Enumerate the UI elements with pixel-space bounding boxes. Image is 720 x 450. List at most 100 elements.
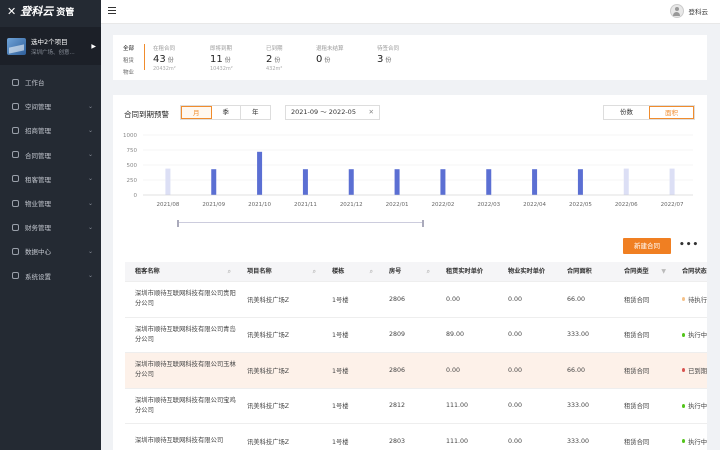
chart-range-slider[interactable]	[177, 220, 424, 227]
x-tick-label: 2022/07	[661, 202, 684, 208]
column-header[interactable]: 合同类型 ▼	[614, 262, 672, 281]
status-dot-icon	[682, 297, 686, 302]
y-tick-label: 1000	[123, 133, 137, 139]
y-tick-label: 250	[127, 178, 138, 184]
table-row[interactable]: 深圳市顺待互联网科技有限公司玉林分公司 讯美科技广场Z 1号楼 2806 0.00 0.0…	[125, 353, 707, 389]
search-icon[interactable]: ⌕	[313, 262, 316, 281]
stat-pending[interactable]: 待签合同 3份	[377, 44, 399, 65]
bar-2021/11[interactable]	[302, 169, 308, 195]
table-cell-type: 租赁合同	[624, 332, 650, 340]
table-cell-area: 66.00	[567, 295, 586, 303]
table-row[interactable]: 深圳市顺待互联网科技有限公司贵阳分公司 讯美科技广场Z 1号楼 2806 0.00 0.0…	[125, 282, 707, 318]
table-cell-tenant: 深圳市顺待互联网科技有限公司	[135, 437, 224, 445]
table-cell-rent: 89.00	[446, 331, 465, 339]
table-cell-tenant: 深圳市顺待互联网科技有限公司贵阳分公司	[135, 290, 236, 308]
search-icon[interactable]: ⌕	[370, 262, 373, 281]
stat-unsettled[interactable]: 退租未结算 0份	[316, 44, 344, 65]
filter-all[interactable]: 全部	[123, 43, 134, 55]
contract-expiry-panel: 合同到期预警 月 季 年 2021-09 ～ 2022-05 ✕ 份数 面积 0…	[113, 95, 707, 450]
stat-area: 20432m²	[153, 66, 176, 72]
sidebar-item-tenant[interactable]: 租客管理 ⌄	[0, 167, 101, 191]
bar-2021/12[interactable]	[348, 169, 354, 195]
brand-suffix: 资管	[56, 7, 75, 18]
more-icon[interactable]: •••	[679, 238, 699, 252]
sidebar-item-finance[interactable]: 财务管理 ⌄	[0, 215, 101, 239]
table-row[interactable]: 深圳市顺待互联网科技有限公司宝鸡分公司 讯美科技广场Z 1号楼 2812 111.00 0…	[125, 389, 707, 424]
stat-value: 3	[377, 54, 384, 65]
table-cell-building: 1号楼	[332, 332, 349, 340]
status-text: 执行中	[688, 438, 707, 446]
period-year[interactable]: 年	[241, 106, 270, 119]
status-dot-icon	[682, 439, 686, 444]
table-cell-type: 租赁合同	[624, 367, 650, 375]
table-row[interactable]: 深圳市顺待互联网科技有限公司 讯美科技广场Z 1号楼 2803 111.00 0.00 33…	[125, 424, 707, 450]
user-menu[interactable]: 登科云	[669, 4, 708, 18]
gear-icon	[12, 272, 19, 280]
filter-lease[interactable]: 租赁	[123, 55, 134, 67]
bar-2022/05[interactable]	[577, 169, 583, 195]
project-selector[interactable]: 选中2个项目 深圳广场、创意... ▶	[0, 27, 101, 65]
bar-2022/03[interactable]	[486, 169, 492, 195]
expand-arrow-icon[interactable]: ▶	[91, 43, 96, 50]
menu-toggle-icon[interactable]	[108, 7, 116, 14]
bar-2022/04[interactable]	[532, 169, 538, 195]
stat-expired[interactable]: 已到期 2份 432m²	[266, 44, 283, 72]
sidebar-item-label: 空间管理	[25, 103, 51, 112]
sidebar-item-property[interactable]: 物业管理 ⌄	[0, 191, 101, 215]
filter-property[interactable]: 物业	[123, 67, 134, 79]
stats-card: 全部 租赁 物业 在租合同 43 份 20432m² 即将到期 11 份 10432…	[113, 35, 707, 80]
sidebar-item-space[interactable]: 空间管理 ⌄	[0, 94, 101, 118]
sidebar-item-label: 物业管理	[25, 200, 51, 209]
column-header[interactable]: 房号 ⌕	[379, 262, 436, 281]
date-range-picker[interactable]: 2021-09 ～ 2022-05 ✕	[285, 105, 380, 120]
stat-value: 11	[210, 54, 223, 65]
column-header[interactable]: 租客名称 ⌕	[125, 262, 237, 281]
stat-value: 0	[316, 54, 323, 65]
search-icon[interactable]: ⌕	[228, 262, 231, 281]
bar-2022/01[interactable]	[394, 169, 400, 195]
search-icon[interactable]: ⌕	[427, 262, 430, 281]
date-range-value: 2021-09 ～ 2022-05	[291, 108, 356, 116]
bar-2021/08[interactable]	[165, 168, 171, 195]
clear-icon[interactable]: ✕	[369, 106, 374, 119]
sidebar-item-data[interactable]: 数据中心 ⌄	[0, 239, 101, 263]
lock-icon	[12, 151, 19, 159]
table-cell-prop: 0.00	[508, 331, 523, 339]
table-cell-project: 讯美科技广场Z	[247, 296, 290, 304]
brand[interactable]: ✕ 登科云 资管	[0, 0, 101, 22]
bar-2022/06[interactable]	[623, 168, 629, 195]
stat-expiring[interactable]: 即将到期 11 份 10432m²	[210, 44, 233, 72]
chevron-down-icon: ⌄	[87, 102, 93, 110]
expiry-bar-chart: 0 250 500 750 1000 2021/08 2021/09 2021/10 2021/…	[123, 133, 693, 208]
filter-icon[interactable]: ▼	[661, 262, 666, 281]
chevron-down-icon: ⌄	[87, 272, 93, 280]
status-text: 执行中	[688, 332, 707, 340]
metric-area[interactable]: 面积	[649, 106, 694, 119]
sidebar-item-contract[interactable]: 合同管理 ⌄	[0, 143, 101, 167]
panel-title: 合同到期预警	[124, 110, 169, 119]
column-header: 租赁实时单价	[446, 267, 484, 275]
bar-2022/02[interactable]	[440, 169, 446, 195]
sidebar-item-label: 数据中心	[25, 248, 51, 257]
period-quarter[interactable]: 季	[212, 106, 241, 119]
new-contract-button[interactable]: 新建合同	[623, 238, 671, 254]
bar-2021/09[interactable]	[211, 169, 217, 195]
table-row[interactable]: 深圳市顺待互联网科技有限公司青岛分公司 讯美科技广场Z 1号楼 2809 89.00 0.…	[125, 318, 707, 353]
sidebar-item-workbench[interactable]: 工作台	[0, 70, 101, 94]
bar-2022/07[interactable]	[669, 168, 675, 195]
tenant-icon	[12, 175, 19, 183]
table-cell-room: 2812	[389, 402, 406, 410]
column-header[interactable]: 楼栋 ⌕	[322, 262, 379, 281]
column-header: 物业实时单价	[508, 267, 546, 275]
sidebar-item-leasing[interactable]: 招商管理 ⌄	[0, 118, 101, 142]
stat-active[interactable]: 在租合同 43 份 20432m²	[153, 44, 176, 72]
x-tick-label: 2022/06	[615, 202, 638, 208]
table-cell-room: 2806	[389, 295, 406, 303]
column-header: 合同面积	[567, 267, 592, 275]
period-month[interactable]: 月	[181, 106, 212, 119]
metric-count[interactable]: 份数	[604, 106, 649, 119]
bar-2021/10[interactable]	[257, 151, 263, 195]
column-header[interactable]: 项目名称 ⌕	[237, 262, 322, 281]
sidebar-item-settings[interactable]: 系统设置 ⌄	[0, 264, 101, 288]
table-cell-tenant: 深圳市顺待互联网科技有限公司宝鸡分公司	[135, 396, 236, 414]
